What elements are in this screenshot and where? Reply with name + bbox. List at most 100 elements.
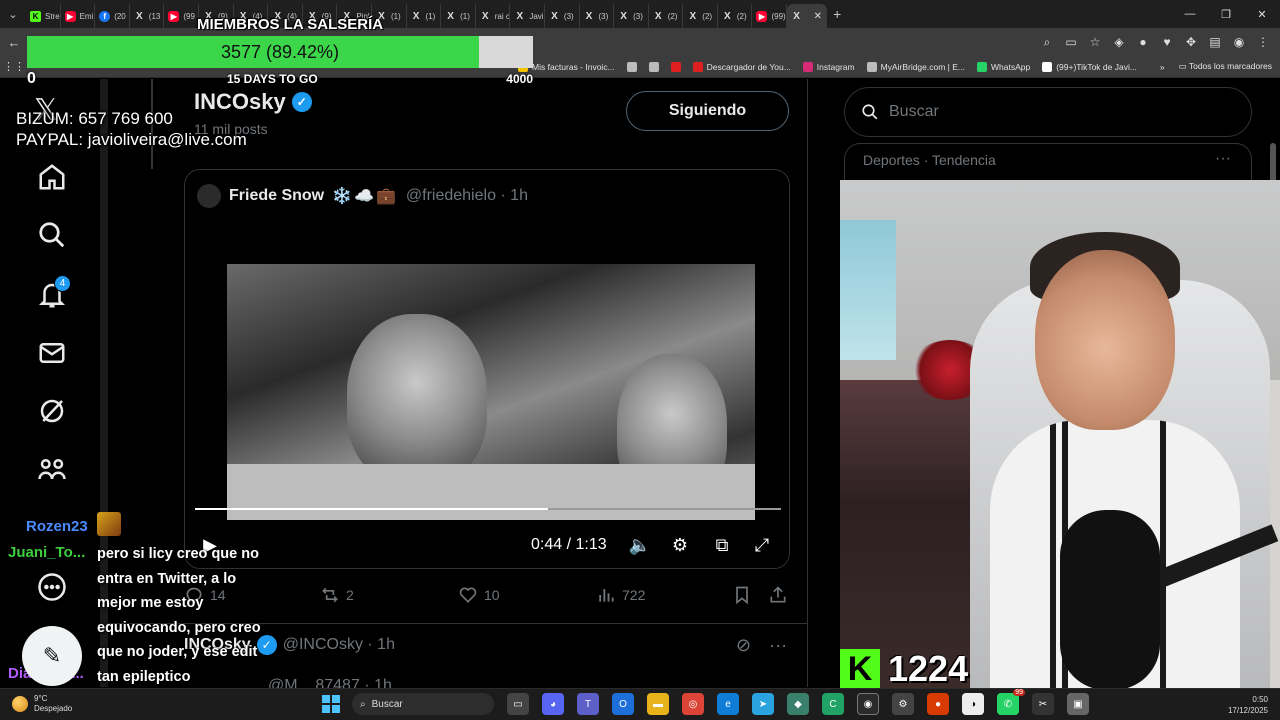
profile-avatar[interactable]: ◉ <box>1232 35 1246 49</box>
app-icon[interactable]: ● <box>927 693 949 715</box>
teams-icon[interactable]: T <box>577 693 599 715</box>
browser-tab[interactable]: X (2) <box>683 4 718 28</box>
zoom-icon[interactable]: ⌕ <box>1040 35 1054 50</box>
bookmark-item[interactable]: Instagram <box>802 61 855 72</box>
bookmark-item[interactable]: Descargador de You... <box>692 61 791 72</box>
browser-tab[interactable]: X Javi <box>510 4 545 28</box>
app-icon[interactable]: ◆ <box>787 693 809 715</box>
browser-tab[interactable]: ▶ (99) <box>752 4 788 28</box>
browser-tab[interactable]: X (1) <box>441 4 476 28</box>
taskbar-search-box[interactable]: ⌕ Buscar <box>352 693 494 715</box>
extension-icon[interactable]: ♥ <box>1160 35 1174 49</box>
video-foreground <box>227 464 755 520</box>
settings-gear-icon[interactable]: ⚙ <box>892 693 914 715</box>
quoted-author-name[interactable]: Friede Snow <box>229 187 324 205</box>
browser-tab[interactable]: X (13 <box>130 4 165 28</box>
telegram-icon[interactable]: ➤ <box>752 693 774 715</box>
bookmark-item[interactable]: WhatsApp <box>977 61 1030 72</box>
file-explorer-icon[interactable]: ▬ <box>647 693 669 715</box>
communities-icon[interactable] <box>34 451 70 487</box>
more-dots-icon[interactable]: ··· <box>769 635 787 656</box>
browser-tab[interactable]: f (20 <box>95 4 130 28</box>
bookmark-item[interactable] <box>670 61 681 72</box>
task-view-icon[interactable]: ▭ <box>507 693 529 715</box>
cast-icon[interactable]: ▭ <box>1064 35 1078 49</box>
grok-icon[interactable] <box>34 393 70 429</box>
views-button[interactable]: 722 <box>596 585 645 605</box>
close-window-button[interactable]: ✕ <box>1244 0 1280 28</box>
browser-tab[interactable]: K Stre <box>26 4 61 28</box>
search-icon[interactable] <box>34 217 70 253</box>
compose-post-button[interactable]: ✎ <box>22 626 82 686</box>
maximize-button[interactable]: ❐ <box>1208 0 1244 28</box>
pip-icon[interactable]: ⧉ <box>711 534 733 556</box>
menu-dots-icon[interactable]: ⋮ <box>1256 35 1270 49</box>
browser-tab[interactable]: X ✕ <box>787 4 828 28</box>
right-scrollbar-thumb[interactable] <box>1270 143 1276 183</box>
browser-tab[interactable]: ▶ Emi <box>61 4 96 28</box>
app-icon[interactable]: ◑ <box>962 693 984 715</box>
bookmark-favicon-icon <box>1042 61 1053 72</box>
bookmark-favicon-icon <box>670 61 681 72</box>
minimize-button[interactable]: — <box>1172 0 1208 28</box>
x-icon: X <box>551 10 558 22</box>
taskbar-clock[interactable]: 0:50 17/12/2025 <box>1228 694 1268 716</box>
home-icon[interactable] <box>34 159 70 195</box>
bookmark-button[interactable] <box>732 585 752 605</box>
kick-viewer-count: 1224 <box>888 648 969 689</box>
avatar[interactable] <box>197 184 221 208</box>
windows-start-icon[interactable] <box>322 695 340 713</box>
share-button[interactable] <box>768 585 788 605</box>
like-button[interactable]: 10 <box>458 585 500 605</box>
quoted-author-handle[interactable]: @friedehielo · 1h <box>406 187 528 205</box>
browser-tab[interactable]: X (2) <box>718 4 753 28</box>
volume-icon[interactable]: 🔈 <box>629 534 651 556</box>
browser-tab[interactable]: X (2) <box>649 4 684 28</box>
apps-grid-icon[interactable]: ⋮⋮ <box>0 60 28 73</box>
bookmark-item[interactable] <box>648 61 659 72</box>
extension-icon[interactable]: ● <box>1136 35 1150 49</box>
weather-widget[interactable]: 9°C Despejado <box>12 694 72 714</box>
extension-icon[interactable]: ◈ <box>1112 35 1126 49</box>
weather-temperature: 9°C <box>34 694 48 703</box>
browser-tab[interactable]: X (1) <box>407 4 442 28</box>
search-input[interactable]: Buscar <box>844 87 1252 137</box>
outlook-icon[interactable]: O <box>612 693 634 715</box>
new-tab-button[interactable]: + <box>833 6 841 22</box>
snipping-tool-icon[interactable]: ✂ <box>1032 693 1054 715</box>
x-icon: X <box>516 10 524 22</box>
chat-message: pero si licy creo que no entra en Twitte… <box>97 546 261 685</box>
back-arrow-icon[interactable]: ← <box>0 35 28 50</box>
close-tab-icon[interactable]: ✕ <box>814 11 822 22</box>
browser-tab[interactable]: X (3) <box>580 4 615 28</box>
discord-icon[interactable]: ◕ <box>542 693 564 715</box>
camtasia-icon[interactable]: C <box>822 693 844 715</box>
grok-icon[interactable]: ⊘ <box>736 635 751 656</box>
chrome-icon[interactable]: ◎ <box>682 693 704 715</box>
bookmark-item[interactable]: (99+)TikTok de Javi... <box>1042 61 1137 72</box>
edge-icon[interactable]: e <box>717 693 739 715</box>
messages-envelope-icon[interactable] <box>34 335 70 371</box>
repost-button[interactable]: 2 <box>320 585 354 605</box>
sidebar-icon[interactable]: ▤ <box>1208 35 1222 49</box>
puzzle-icon[interactable]: ✥ <box>1184 35 1198 49</box>
tab-search-button[interactable]: ⌄ <box>0 0 26 28</box>
all-bookmarks-link[interactable]: ▭ Todos los marcadores <box>1179 61 1272 72</box>
settings-gear-icon[interactable]: ⚙ <box>669 534 691 556</box>
bookmark-star-icon[interactable]: ☆ <box>1088 35 1102 49</box>
browser-tab[interactable]: X (3) <box>545 4 580 28</box>
kick-viewer-badge: K 1224 <box>840 648 968 690</box>
browser-tab[interactable]: X (3) <box>614 4 649 28</box>
browser-tab[interactable]: ▶ (99 <box>164 4 199 28</box>
bookmark-item[interactable]: MyAirBridge.com | E... <box>866 61 965 72</box>
fullscreen-icon[interactable]: ⤢ <box>751 534 773 556</box>
following-button[interactable]: Siguiendo <box>626 91 789 131</box>
bookmark-item[interactable] <box>626 61 637 72</box>
whatsapp-icon[interactable]: ✆ 99 <box>997 689 1025 715</box>
goal-title: MIEMBROS LA SALSERÍA <box>197 16 384 33</box>
browser-tab[interactable]: Xrai c <box>476 4 511 28</box>
app-icon[interactable]: ▣ <box>1067 693 1089 715</box>
more-dots-icon[interactable]: ··· <box>1215 150 1231 168</box>
chevron-double-icon[interactable]: » <box>1160 62 1165 72</box>
obs-icon[interactable]: ◉ <box>857 693 879 715</box>
